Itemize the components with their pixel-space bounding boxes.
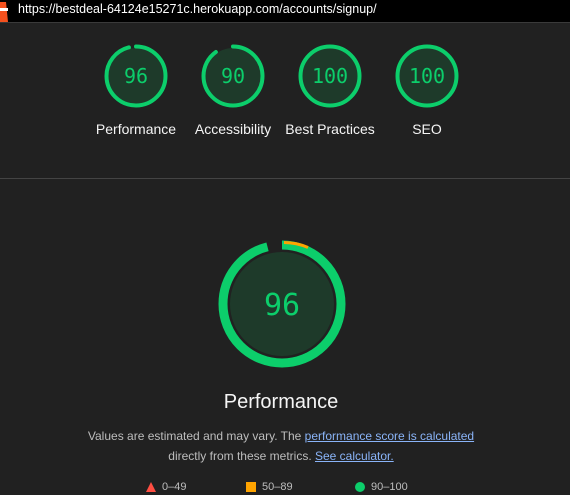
gauge-performance-label: Performance bbox=[95, 121, 177, 137]
gauge-best-practices-score: 100 bbox=[312, 64, 348, 88]
desc-prefix: Values are estimated and may vary. The bbox=[87, 429, 305, 443]
gauge-seo[interactable]: 100 SEO bbox=[382, 43, 472, 139]
gauge-seo-label: SEO bbox=[412, 121, 442, 137]
page-url[interactable]: https://bestdeal-64124e15271c.herokuapp.… bbox=[18, 1, 377, 17]
gauge-accessibility[interactable]: 90 Accessibility bbox=[188, 43, 278, 139]
legend-average: 50–89 bbox=[246, 481, 293, 493]
gauge-accessibility-score: 90 bbox=[221, 64, 245, 88]
gauge-performance-score: 96 bbox=[124, 64, 148, 88]
gauge-accessibility-ring: 90 bbox=[201, 44, 265, 108]
gauge-best-practices-label: Best Practices bbox=[285, 121, 375, 137]
gauge-performance-ring: 96 bbox=[104, 44, 168, 108]
legend-fail-label: 0–49 bbox=[162, 481, 187, 493]
legend-fail: 0–49 bbox=[146, 481, 186, 493]
score-legend: 0–49 50–89 90–100 bbox=[0, 481, 570, 495]
browser-url-bar: https://bestdeal-64124e15271c.herokuapp.… bbox=[0, 0, 570, 23]
desc-middle: directly from these metrics. bbox=[168, 449, 315, 463]
performance-section: 96 Performance Values are estimated and … bbox=[0, 179, 570, 493]
lighthouse-logo-icon bbox=[0, 2, 8, 22]
performance-score-link[interactable]: performance score is calculated bbox=[305, 429, 474, 443]
performance-title: Performance bbox=[223, 391, 339, 413]
gauge-best-practices[interactable]: 100 Best Practices bbox=[285, 43, 375, 139]
performance-gauge-large: 96 bbox=[218, 240, 346, 368]
gauge-accessibility-label: Accessibility bbox=[194, 121, 272, 137]
gauge-seo-ring: 100 bbox=[395, 44, 459, 108]
performance-description: Values are estimated and may vary. The p… bbox=[0, 426, 562, 466]
gauge-performance[interactable]: 96 Performance bbox=[91, 43, 181, 139]
see-calculator-link[interactable]: See calculator. bbox=[315, 449, 394, 463]
gauge-seo-score: 100 bbox=[409, 64, 445, 88]
legend-pass-label: 90–100 bbox=[371, 481, 408, 493]
legend-pass: 90–100 bbox=[355, 481, 408, 493]
performance-score-large: 96 bbox=[264, 288, 300, 323]
gauge-best-practices-ring: 100 bbox=[298, 44, 362, 108]
score-summary: 96 Performance 90 Accessibility 100 Best… bbox=[0, 23, 570, 178]
legend-average-label: 50–89 bbox=[262, 481, 293, 493]
